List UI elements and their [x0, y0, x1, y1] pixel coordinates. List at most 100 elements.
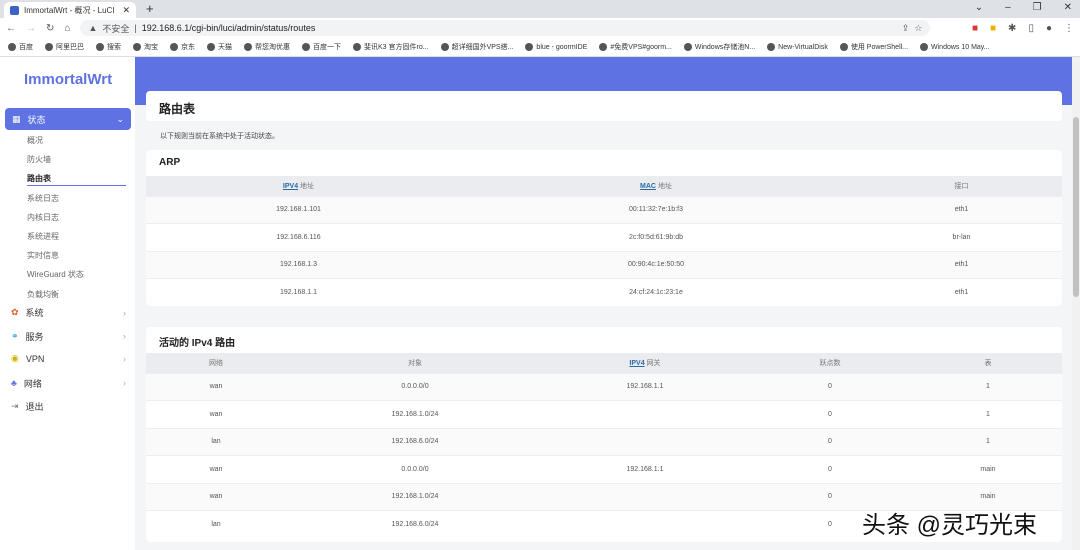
bookmark-item[interactable]: 使用 PowerShell...: [839, 42, 908, 52]
table-cell: 192.168.1.101: [146, 195, 451, 224]
bookmark-icon: [353, 43, 361, 52]
bookmark-icon: [767, 43, 776, 51]
url-text: 192.168.6.1/cgi-bin/luci/admin/status/ro…: [141, 23, 316, 33]
chevron-down-icon: ⌄: [116, 113, 124, 124]
page-description: 以下规则当前在系统中处于活动状态。: [160, 133, 279, 140]
table-cell: [544, 400, 746, 428]
chevron-right-icon: ›: [123, 378, 126, 388]
star-icon[interactable]: ☆: [914, 23, 922, 34]
bookmark-icon: [920, 43, 929, 51]
maximize-button[interactable]: ❐: [1033, 2, 1042, 13]
logout-icon: ⇥: [11, 401, 19, 411]
table-cell: 1: [914, 427, 1062, 456]
arp-header: IPV4 地址: [146, 176, 451, 196]
home-icon[interactable]: ⌂: [64, 23, 70, 34]
sidebar-item[interactable]: ✿ 系统 ›: [11, 306, 126, 319]
sidebar-subitem[interactable]: 实时信息: [27, 250, 59, 261]
bookmark-item[interactable]: #免费VPS#goorm...: [599, 42, 672, 52]
sidebar-subitem[interactable]: 概况: [27, 135, 43, 146]
bookmark-item[interactable]: 阿里巴巴: [45, 42, 84, 52]
bookmark-label: #免费VPS#goorm...: [610, 44, 672, 51]
bookmark-item[interactable]: 百度: [8, 42, 33, 52]
sidebar-item[interactable]: ⚭ 服务 ›: [11, 330, 126, 343]
table-cell: wan: [146, 372, 286, 401]
sidebar-subitem[interactable]: 负载均衡: [27, 289, 59, 300]
header-text: 接口: [954, 182, 969, 190]
sidebar-subitem[interactable]: WireGuard 状态: [27, 269, 84, 280]
sidebar-subitem[interactable]: 系统进程: [27, 231, 59, 242]
table-row: wan 192.168.1.0/24 0 1: [146, 400, 1062, 428]
scrollbar[interactable]: [1072, 57, 1080, 550]
reload-icon[interactable]: ↻: [46, 23, 54, 34]
sidebar-item[interactable]: ♣ 网络 ›: [11, 377, 126, 390]
bookmark-item[interactable]: 淘宝: [133, 42, 158, 52]
puzzle-icon[interactable]: ✱: [1008, 23, 1016, 34]
forward-icon[interactable]: →: [26, 23, 36, 34]
bookmark-item[interactable]: 斐讯K3 官方固件ro...: [353, 42, 429, 52]
table-row: lan 192.168.6.0/24 0 1: [146, 427, 1062, 456]
bookmark-icon: [170, 43, 178, 52]
new-tab-button[interactable]: +: [146, 1, 154, 16]
sidebar-subitem[interactable]: 系统日志: [27, 193, 59, 204]
bookmark-item[interactable]: 京东: [170, 42, 195, 52]
browser-tab[interactable]: ImmortalWrt - 概况 - LuCI ✕: [4, 2, 136, 18]
sidepanel-icon[interactable]: ▯: [1028, 23, 1034, 34]
chevron-right-icon: ›: [123, 307, 126, 318]
sidebar-subitem[interactable]: 内核日志: [27, 212, 59, 223]
bookmark-item[interactable]: 天猫: [207, 42, 232, 52]
bookmark-item[interactable]: New-VirtualDisk: [767, 43, 828, 51]
table-cell: main: [914, 455, 1062, 483]
bookmark-item[interactable]: 超详细国外VPS搭...: [440, 42, 514, 52]
table-cell: [544, 427, 746, 456]
table-cell: 192.168.1.0/24: [286, 482, 544, 511]
table-cell: 0: [746, 427, 914, 456]
extension-icon[interactable]: ■: [972, 23, 978, 34]
sidebar-subitem[interactable]: 路由表: [27, 173, 51, 184]
tab-search-icon[interactable]: ⌄: [975, 2, 983, 13]
bookmark-item[interactable]: Windows 10 May...: [920, 43, 990, 51]
bookmark-icon: [525, 43, 534, 51]
table-cell: br-lan: [861, 223, 1062, 251]
bookmark-label: New-VirtualDisk: [778, 43, 828, 51]
table-cell: eth1: [861, 278, 1062, 306]
scrollbar-thumb[interactable]: [1073, 117, 1079, 297]
bookmark-item[interactable]: Windows存储池N...: [683, 42, 755, 52]
bookmark-icon: [45, 43, 53, 52]
sidebar-item-status[interactable]: ▦ 状态 ⌄: [5, 108, 131, 130]
favicon-icon: [10, 5, 19, 15]
bookmark-icon: [839, 43, 848, 52]
back-icon[interactable]: ←: [6, 23, 16, 34]
bookmark-label: 超详细国外VPS搭...: [451, 44, 514, 51]
bookmark-label: 天猫: [218, 44, 232, 51]
sidebar-item-label: 状态: [27, 114, 46, 125]
table-row: 192.168.1.101 00:11:32:7e:1b:f3 eth1: [146, 195, 1062, 224]
col-target: 对象: [286, 353, 544, 373]
close-tab-icon[interactable]: ✕: [122, 5, 130, 16]
profile-icon[interactable]: ●: [1046, 23, 1052, 34]
bookmark-item[interactable]: 搜索: [96, 42, 121, 52]
sidebar-item[interactable]: ⇥ 退出: [11, 400, 126, 413]
bookmark-icon: [8, 43, 16, 52]
bookmark-item[interactable]: blue - goormIDE: [525, 43, 587, 51]
url-input[interactable]: ▲ 不安全 | 192.168.6.1/cgi-bin/luci/admin/stat…: [80, 20, 931, 36]
sidebar-item[interactable]: ◉ VPN ›: [11, 353, 126, 364]
minimize-button[interactable]: –: [1005, 2, 1011, 13]
table-row: wan 0.0.0.0/0 192.168.1.1 0 main: [146, 455, 1062, 483]
bookmark-item[interactable]: 帮您淘优惠: [244, 42, 290, 52]
table-cell: wan: [146, 455, 286, 483]
table-cell: 1: [914, 400, 1062, 428]
network-icon: ♣: [11, 378, 17, 388]
arp-title: ARP: [159, 157, 181, 168]
close-window-button[interactable]: ✕: [1064, 2, 1072, 13]
table-cell: 1: [914, 372, 1062, 401]
bookmark-item[interactable]: 百度一下: [302, 42, 341, 52]
bookmark-label: 帮您淘优惠: [255, 44, 290, 51]
sidebar-subitem[interactable]: 防火墙: [27, 154, 51, 165]
menu-icon[interactable]: ⋮: [1064, 23, 1074, 34]
sidebar-item-label: 系统: [25, 308, 44, 318]
table-cell: eth1: [861, 250, 1062, 279]
vpn-icon: ◉: [11, 353, 19, 363]
abbr: IPV4: [629, 359, 645, 367]
folder-extension-icon[interactable]: ■: [990, 23, 996, 34]
share-icon[interactable]: ⇪: [902, 23, 910, 34]
